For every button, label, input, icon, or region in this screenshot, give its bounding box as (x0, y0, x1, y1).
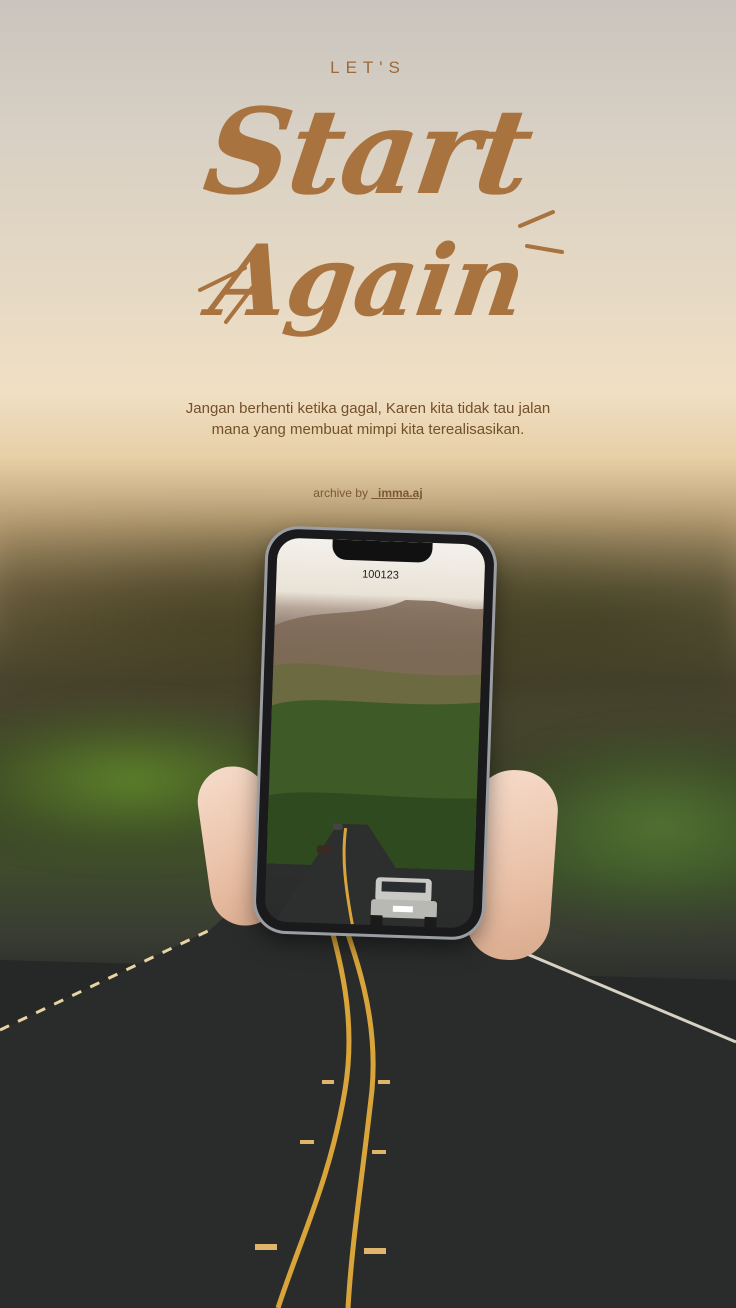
credit: archive by _imma.aj (0, 486, 736, 500)
credit-handle: _imma.aj (371, 486, 423, 500)
tagline: Jangan berhenti ketika gagal, Karen kita… (185, 400, 551, 438)
poster: LET'S Start Again Jangan berhenti ketika… (0, 0, 736, 1308)
smartphone: 100123 (255, 528, 495, 938)
credit-prefix: archive by (313, 486, 368, 500)
phone-screen: 100123 (264, 537, 486, 929)
phone-notch (332, 539, 433, 563)
phone-status-time: 100123 (361, 568, 400, 582)
pickup-truck (370, 877, 438, 929)
